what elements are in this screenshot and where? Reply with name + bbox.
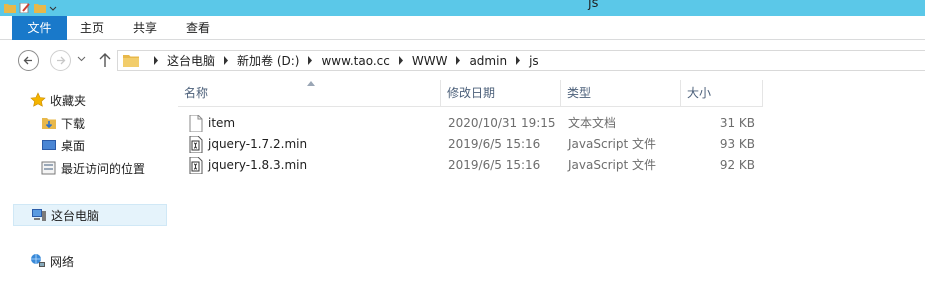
chevron-right-icon[interactable]	[153, 56, 159, 65]
tab-home[interactable]: 主页	[70, 16, 114, 40]
file-size: 92 KB	[719, 158, 755, 172]
file-name: jquery-1.8.3.min	[208, 158, 308, 172]
quick-access-toolbar	[0, 0, 57, 16]
up-arrow-icon[interactable]	[98, 52, 112, 68]
sidebar-item-downloads[interactable]: 下载	[41, 112, 85, 134]
sidebar-item-network[interactable]: 网络	[30, 250, 74, 272]
chevron-right-icon[interactable]	[307, 56, 313, 65]
column-header-modified[interactable]: 修改日期	[441, 80, 561, 107]
recent-locations-chevron-icon[interactable]	[77, 54, 86, 63]
chevron-right-icon[interactable]	[515, 56, 521, 65]
downloads-folder-icon	[42, 118, 56, 129]
breadcrumb-drive-d[interactable]: 新加卷 (D:)	[237, 52, 299, 69]
sidebar-item-label: 网络	[50, 254, 75, 269]
chevron-right-icon[interactable]	[455, 56, 461, 65]
recent-places-icon	[41, 161, 56, 175]
text-file-icon	[189, 115, 203, 132]
folder-icon	[123, 55, 139, 67]
forward-button[interactable]	[50, 50, 71, 71]
star-icon	[30, 92, 46, 107]
title-bar: js	[0, 0, 925, 16]
breadcrumb-js[interactable]: js	[529, 54, 539, 68]
column-headers: 名称 修改日期 类型 大小	[178, 80, 763, 107]
sidebar-item-label: 下载	[61, 116, 86, 131]
address-bar[interactable]: 这台电脑 新加卷 (D:) www.tao.cc WWW admin js	[117, 50, 925, 71]
file-size: 93 KB	[719, 137, 755, 151]
folder-icon[interactable]	[4, 3, 16, 13]
arrow-right-icon	[57, 56, 66, 65]
navigation-pane: 收藏夹 下载 桌面 最近访问的位置 这台电脑 网络	[0, 80, 170, 299]
tab-file[interactable]: 文件	[12, 16, 67, 40]
file-name: item	[208, 116, 236, 130]
back-button[interactable]	[18, 50, 39, 71]
navigation-bar: 这台电脑 新加卷 (D:) www.tao.cc WWW admin js	[0, 41, 925, 79]
properties-icon[interactable]	[19, 3, 31, 13]
breadcrumb-site[interactable]: www.tao.cc	[321, 54, 389, 68]
sidebar-item-favorites[interactable]: 收藏夹	[30, 89, 86, 111]
chevron-down-icon[interactable]	[49, 3, 57, 13]
file-type: 文本文档	[568, 116, 617, 130]
arrow-left-icon	[23, 56, 32, 65]
network-icon	[31, 254, 45, 267]
file-size: 31 KB	[719, 116, 755, 130]
chevron-right-icon[interactable]	[223, 56, 229, 65]
desktop-icon	[42, 140, 56, 150]
column-header-type[interactable]: 类型	[561, 80, 681, 107]
new-folder-icon[interactable]	[34, 3, 46, 13]
column-header-size[interactable]: 大小	[681, 80, 763, 107]
sidebar-item-label: 收藏夹	[50, 93, 87, 108]
column-header-name[interactable]: 名称	[178, 80, 441, 107]
computer-icon	[32, 209, 46, 221]
tab-view[interactable]: 查看	[176, 16, 220, 40]
window-title: js	[588, 0, 599, 11]
sidebar-item-label: 最近访问的位置	[61, 161, 146, 176]
sidebar-item-this-pc[interactable]: 这台电脑	[13, 204, 167, 226]
list-item[interactable]: jquery-1.8.3.min 2019/6/5 15:16 JavaScri…	[178, 155, 763, 176]
sidebar-item-desktop[interactable]: 桌面	[41, 134, 85, 156]
file-list: 名称 修改日期 类型 大小 item 2020/10/31 19:15 文本文档…	[170, 80, 925, 299]
tab-share[interactable]: 共享	[123, 16, 167, 40]
file-name: jquery-1.7.2.min	[208, 137, 308, 151]
list-item[interactable]: jquery-1.7.2.min 2019/6/5 15:16 JavaScri…	[178, 134, 763, 155]
sidebar-item-label: 这台电脑	[51, 208, 100, 223]
list-item[interactable]: item 2020/10/31 19:15 文本文档 31 KB	[178, 113, 763, 134]
file-modified: 2019/6/5 15:16	[448, 158, 541, 172]
breadcrumb-www[interactable]: WWW	[412, 54, 448, 68]
chevron-right-icon[interactable]	[398, 56, 404, 65]
breadcrumb-admin[interactable]: admin	[469, 54, 507, 68]
sidebar-item-recent-places[interactable]: 最近访问的位置	[41, 157, 145, 179]
ribbon-tabs: 文件 主页 共享 查看	[0, 16, 925, 40]
file-modified: 2019/6/5 15:16	[448, 137, 541, 151]
script-file-icon	[189, 157, 203, 174]
file-type: JavaScript 文件	[568, 137, 656, 151]
script-file-icon	[189, 136, 203, 153]
breadcrumb-this-pc[interactable]: 这台电脑	[167, 52, 215, 69]
file-type: JavaScript 文件	[568, 158, 656, 172]
file-modified: 2020/10/31 19:15	[448, 116, 556, 130]
sidebar-item-label: 桌面	[61, 138, 86, 153]
